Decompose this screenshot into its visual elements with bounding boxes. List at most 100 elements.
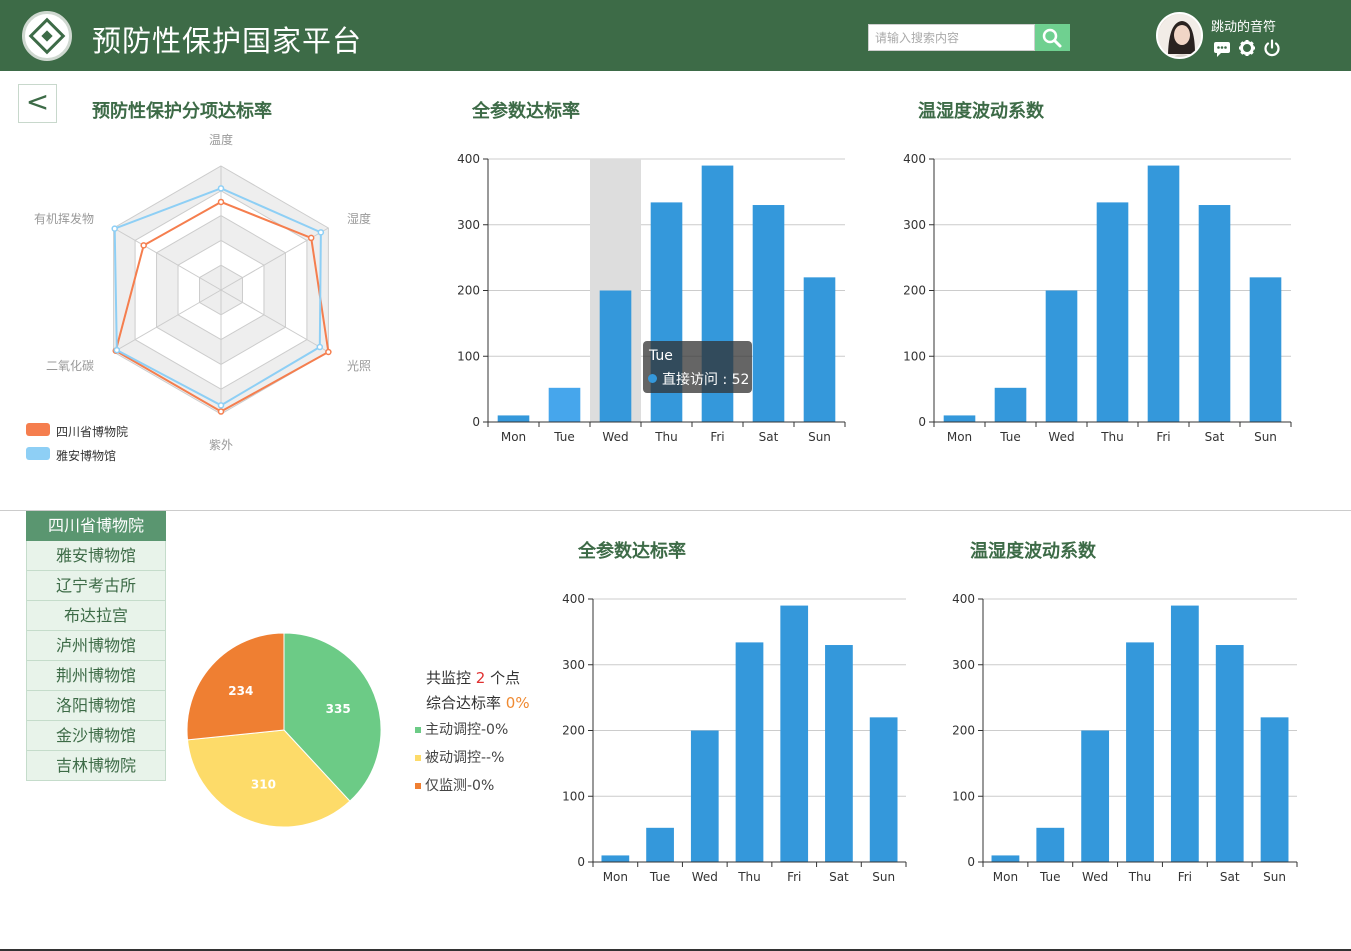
- chart-tooltip: Tue 直接访问 : 52: [643, 341, 752, 393]
- radar-legend-swatch-sichuan[interactable]: [26, 423, 50, 436]
- bar: [735, 642, 764, 862]
- y-tick-label: 300: [903, 218, 926, 232]
- radar-axis-label-co2: 二氧化碳: [46, 359, 95, 373]
- avatar-portrait-icon: [1158, 14, 1201, 57]
- radar-axis-label-humidity: 湿度: [347, 212, 372, 226]
- pie-legend-item-passive[interactable]: 被动调控--%: [415, 747, 504, 767]
- bar: [497, 415, 530, 422]
- x-tick-label: Sun: [872, 870, 895, 884]
- radar-series-point: [317, 229, 325, 236]
- museum-item[interactable]: 洛阳博物馆: [26, 691, 166, 721]
- radar-series-point: [217, 185, 225, 192]
- x-tick-label: Sat: [759, 430, 779, 444]
- avatar[interactable]: [1156, 12, 1203, 59]
- section-divider: [0, 510, 1351, 511]
- y-tick-label: 200: [562, 724, 585, 738]
- radar-series-point: [307, 234, 315, 242]
- museum-item[interactable]: 布达拉宫: [26, 601, 166, 631]
- y-tick-label: 100: [457, 349, 480, 363]
- monitor-count-value: 2: [475, 669, 486, 687]
- x-tick-label: Sat: [829, 870, 849, 884]
- radar-series-point: [217, 408, 225, 415]
- x-tick-label: Wed: [692, 870, 718, 884]
- x-tick-label: Thu: [1100, 430, 1124, 444]
- monitor-prefix: 共监控: [426, 669, 472, 687]
- x-tick-label: Thu: [654, 430, 678, 444]
- radar-legend-label-sichuan[interactable]: 四川省博物院: [56, 423, 128, 440]
- x-tick-label: Thu: [737, 870, 761, 884]
- search-button[interactable]: [1035, 24, 1070, 51]
- pie-legend-dot-icon: [415, 755, 421, 761]
- user-name: 跳动的音符: [1211, 20, 1277, 35]
- bar: [943, 415, 976, 422]
- bar: [994, 387, 1027, 422]
- pie-legend-dot-icon: [415, 727, 421, 733]
- bottom-bar-chart-fluctuation: 0 100 200 300 400 Mon Tue Wed Thu Fri Sat Sun: [952, 592, 1298, 884]
- x-tick-label: Wed: [1048, 430, 1074, 444]
- search-icon: [1042, 28, 1062, 48]
- museum-list: 四川省博物院 雅安博物馆 辽宁考古所 布达拉宫 泸州博物馆 荆州博物馆 洛阳博物…: [26, 511, 166, 781]
- pie-slice-label: 234: [228, 684, 253, 698]
- bar: [1081, 730, 1110, 862]
- x-tick-label: Fri: [1156, 430, 1170, 444]
- radar-axis-label-temperature: 温度: [209, 133, 234, 147]
- bar: [1170, 605, 1199, 862]
- radar-legend-swatch-yaan[interactable]: [26, 447, 50, 460]
- pie-legend-dot-icon: [415, 783, 421, 789]
- power-icon[interactable]: [1263, 39, 1281, 57]
- radar-legend-label-yaan[interactable]: 雅安博物馆: [56, 447, 116, 464]
- bar: [869, 717, 898, 862]
- y-tick-label: 400: [457, 152, 480, 166]
- museum-item[interactable]: 金沙博物馆: [26, 721, 166, 751]
- top-chart-2-title: 温湿度波动系数: [918, 101, 1044, 122]
- pie-slice-label: 310: [251, 777, 276, 791]
- x-tick-label: Mon: [947, 430, 972, 444]
- bar: [1147, 165, 1180, 422]
- radar-series-point: [217, 198, 225, 206]
- pie-chart: 335 310 234: [186, 632, 382, 828]
- radar-axis-label-light: 光照: [347, 359, 372, 373]
- pie-legend-item-active[interactable]: 主动调控-0%: [415, 719, 508, 739]
- pie-legend-item-monitor-only[interactable]: 仅监测-0%: [415, 775, 494, 795]
- y-tick-label: 0: [472, 415, 480, 429]
- top-bar-chart-fluctuation: 0 100 200 300 400 Mon Tue Wed Thu Fri Sat Sun: [903, 152, 1292, 444]
- y-tick-label: 300: [457, 218, 480, 232]
- bar: [1249, 277, 1282, 422]
- message-icon[interactable]: [1213, 39, 1231, 57]
- x-tick-label: Sat: [1205, 430, 1225, 444]
- bar: [1045, 290, 1078, 422]
- museum-item[interactable]: 雅安博物馆: [26, 541, 166, 571]
- top-bar-chart-all-params: 0 100 200 300 400 Mon Tue Wed Thu Fri Sat Sun: [457, 152, 846, 444]
- back-button[interactable]: <: [18, 84, 57, 123]
- x-tick-label: Wed: [602, 430, 628, 444]
- bottom-chart-2-title: 温湿度波动系数: [970, 541, 1096, 562]
- x-tick-label: Tue: [649, 870, 671, 884]
- x-tick-label: Mon: [501, 430, 526, 444]
- bar: [1260, 717, 1289, 862]
- museum-item[interactable]: 泸州博物馆: [26, 631, 166, 661]
- museum-item[interactable]: 荆州博物馆: [26, 661, 166, 691]
- y-tick-label: 400: [562, 592, 585, 606]
- overall-rate-line: 综合达标率 0%: [426, 692, 530, 713]
- overall-rate-value: 0%: [505, 694, 530, 712]
- museum-item[interactable]: 吉林博物院: [26, 751, 166, 781]
- x-tick-label: Sun: [1254, 430, 1277, 444]
- y-tick-label: 100: [903, 349, 926, 363]
- y-tick-label: 0: [577, 855, 585, 869]
- bar: [601, 855, 630, 862]
- bottom-bar-chart-all-params: 0 100 200 300 400 Mon Tue Wed Thu Fri Sat Sun: [562, 592, 907, 884]
- museum-item[interactable]: 辽宁考古所: [26, 571, 166, 601]
- museum-item[interactable]: 四川省博物院: [26, 511, 166, 541]
- gear-icon[interactable]: [1238, 39, 1256, 57]
- bar: [1126, 642, 1154, 862]
- y-tick-label: 200: [952, 724, 975, 738]
- pie-legend-label: 主动调控-0%: [425, 722, 509, 738]
- tooltip-value: 直接访问 : 52: [662, 372, 750, 388]
- search-input[interactable]: [868, 24, 1035, 51]
- bottom-chart-1-title: 全参数达标率: [578, 541, 686, 562]
- radar-series-point: [140, 242, 147, 249]
- bar: [825, 645, 853, 862]
- y-tick-label: 200: [903, 284, 926, 298]
- y-tick-label: 200: [457, 284, 480, 298]
- pie-legend-label: 仅监测-0%: [425, 778, 495, 794]
